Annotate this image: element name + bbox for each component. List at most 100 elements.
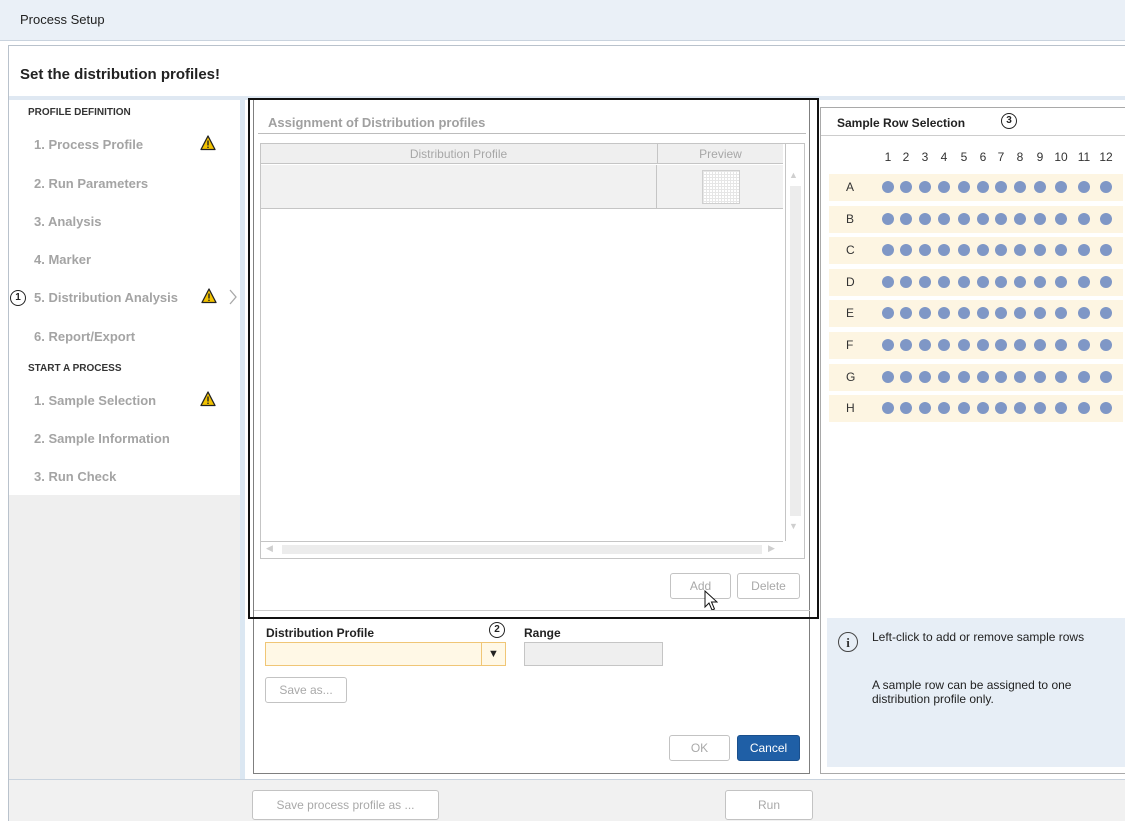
run-button[interactable]: Run xyxy=(725,790,813,820)
sample-well-dot[interactable] xyxy=(938,371,950,383)
sample-well-dot[interactable] xyxy=(1078,244,1090,256)
sample-well-dot[interactable] xyxy=(1034,371,1046,383)
sample-well-dot[interactable] xyxy=(1055,339,1067,351)
sample-well-dot[interactable] xyxy=(1078,181,1090,193)
sample-well-dot[interactable] xyxy=(1014,371,1026,383)
sample-well-dot[interactable] xyxy=(1034,339,1046,351)
sample-well-dot[interactable] xyxy=(1034,307,1046,319)
sidebar-item-marker[interactable]: 4. Marker xyxy=(34,252,91,267)
sample-well-dot[interactable] xyxy=(938,339,950,351)
cancel-button[interactable]: Cancel xyxy=(737,735,800,761)
sample-well-dot[interactable] xyxy=(1055,213,1067,225)
sample-well-dot[interactable] xyxy=(1034,402,1046,414)
sample-well-dot[interactable] xyxy=(958,213,970,225)
sample-well-dot[interactable] xyxy=(1055,307,1067,319)
sample-well-dot[interactable] xyxy=(995,181,1007,193)
sample-well-dot[interactable] xyxy=(1100,402,1112,414)
sample-well-dot[interactable] xyxy=(919,181,931,193)
sample-well-dot[interactable] xyxy=(938,402,950,414)
sample-well-dot[interactable] xyxy=(882,402,894,414)
sample-well-dot[interactable] xyxy=(977,181,989,193)
sample-well-dot[interactable] xyxy=(882,276,894,288)
sample-well-dot[interactable] xyxy=(995,276,1007,288)
sidebar-item-process-profile[interactable]: 1. Process Profile xyxy=(34,137,143,152)
sample-well-dot[interactable] xyxy=(977,276,989,288)
sidebar-item-run-check[interactable]: 3. Run Check xyxy=(34,469,116,484)
sample-well-dot[interactable] xyxy=(1055,244,1067,256)
sample-well-dot[interactable] xyxy=(1078,213,1090,225)
sidebar-item-report-export[interactable]: 6. Report/Export xyxy=(34,329,135,344)
sample-well-dot[interactable] xyxy=(1100,339,1112,351)
sample-well-dot[interactable] xyxy=(995,307,1007,319)
sample-well-dot[interactable] xyxy=(995,244,1007,256)
sample-well-dot[interactable] xyxy=(958,244,970,256)
sample-well-dot[interactable] xyxy=(958,307,970,319)
sample-well-dot[interactable] xyxy=(958,276,970,288)
sample-well-dot[interactable] xyxy=(1100,213,1112,225)
sample-well-dot[interactable] xyxy=(995,371,1007,383)
sample-well-dot[interactable] xyxy=(900,307,912,319)
sample-well-dot[interactable] xyxy=(882,307,894,319)
sample-well-dot[interactable] xyxy=(919,307,931,319)
sample-well-dot[interactable] xyxy=(938,276,950,288)
sample-well-dot[interactable] xyxy=(1014,181,1026,193)
ok-button[interactable]: OK xyxy=(669,735,730,761)
sample-well-dot[interactable] xyxy=(1034,213,1046,225)
sample-well-dot[interactable] xyxy=(900,276,912,288)
sample-well-dot[interactable] xyxy=(1014,307,1026,319)
sample-well-dot[interactable] xyxy=(958,402,970,414)
sample-well-dot[interactable] xyxy=(977,307,989,319)
sample-well-dot[interactable] xyxy=(1100,307,1112,319)
sample-well-dot[interactable] xyxy=(919,276,931,288)
sample-well-dot[interactable] xyxy=(919,213,931,225)
sample-well-dot[interactable] xyxy=(900,181,912,193)
sample-well-dot[interactable] xyxy=(900,402,912,414)
sidebar-item-sample-selection[interactable]: 1. Sample Selection xyxy=(34,393,156,408)
distribution-profile-select[interactable] xyxy=(265,642,506,666)
sidebar-item-analysis[interactable]: 3. Analysis xyxy=(34,214,101,229)
sample-well-dot[interactable] xyxy=(1014,276,1026,288)
sample-well-dot[interactable] xyxy=(1100,181,1112,193)
sample-well-dot[interactable] xyxy=(882,244,894,256)
sidebar-item-distribution-analysis[interactable]: 5. Distribution Analysis xyxy=(34,290,178,305)
sample-well-dot[interactable] xyxy=(1100,276,1112,288)
sample-well-dot[interactable] xyxy=(900,213,912,225)
sample-well-dot[interactable] xyxy=(882,371,894,383)
sample-well-dot[interactable] xyxy=(958,181,970,193)
sample-well-dot[interactable] xyxy=(977,371,989,383)
sample-well-dot[interactable] xyxy=(900,339,912,351)
sample-well-dot[interactable] xyxy=(1014,339,1026,351)
sample-well-dot[interactable] xyxy=(1014,402,1026,414)
sample-well-dot[interactable] xyxy=(1034,181,1046,193)
sample-well-dot[interactable] xyxy=(995,213,1007,225)
sample-well-dot[interactable] xyxy=(958,339,970,351)
sample-well-dot[interactable] xyxy=(1055,371,1067,383)
sample-well-dot[interactable] xyxy=(1014,213,1026,225)
range-input[interactable] xyxy=(524,642,663,666)
sample-well-dot[interactable] xyxy=(938,244,950,256)
sample-well-dot[interactable] xyxy=(938,213,950,225)
sample-well-dot[interactable] xyxy=(882,181,894,193)
save-process-profile-button[interactable]: Save process profile as ... xyxy=(252,790,439,820)
sample-well-dot[interactable] xyxy=(977,244,989,256)
sample-well-dot[interactable] xyxy=(958,371,970,383)
save-as-button[interactable]: Save as... xyxy=(265,677,347,703)
sample-well-dot[interactable] xyxy=(1078,276,1090,288)
sample-well-dot[interactable] xyxy=(1078,339,1090,351)
sample-well-dot[interactable] xyxy=(919,371,931,383)
sample-well-dot[interactable] xyxy=(919,339,931,351)
sample-well-dot[interactable] xyxy=(1014,244,1026,256)
sample-well-dot[interactable] xyxy=(938,307,950,319)
sample-well-dot[interactable] xyxy=(1100,371,1112,383)
sidebar-item-run-parameters[interactable]: 2. Run Parameters xyxy=(34,176,148,191)
sample-well-dot[interactable] xyxy=(977,213,989,225)
sample-well-dot[interactable] xyxy=(995,339,1007,351)
sample-well-dot[interactable] xyxy=(882,339,894,351)
sample-well-dot[interactable] xyxy=(1055,402,1067,414)
sample-well-dot[interactable] xyxy=(1055,276,1067,288)
sidebar-item-sample-information[interactable]: 2. Sample Information xyxy=(34,431,170,446)
sample-well-dot[interactable] xyxy=(1055,181,1067,193)
sample-well-dot[interactable] xyxy=(1078,402,1090,414)
dropdown-arrow-icon[interactable]: ▼ xyxy=(481,643,505,665)
sample-well-dot[interactable] xyxy=(1078,371,1090,383)
